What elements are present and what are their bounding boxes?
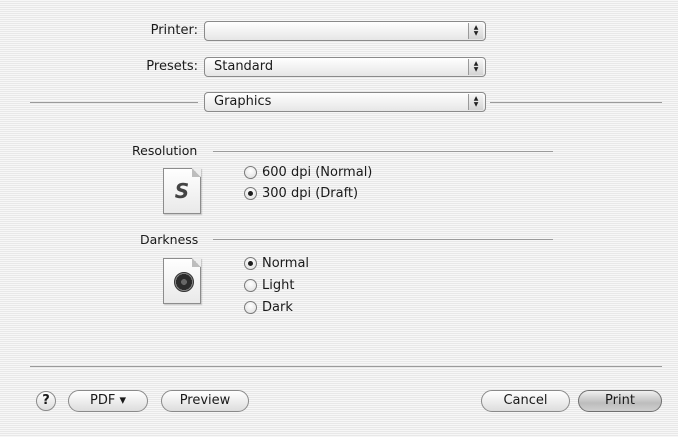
darkness-option-label: Light [262,278,295,293]
radio-button-selected[interactable] [244,257,257,270]
resolution-divider [213,151,553,152]
s-glyph-icon: S [174,179,190,203]
popup-arrows-icon: ▲ ▼ [468,59,483,75]
preview-button[interactable]: Preview [161,390,249,412]
darkness-option-label: Normal [262,256,310,271]
resolution-document-icon: S [163,168,201,214]
bottom-divider [30,366,662,367]
resolution-option-600[interactable]: 600 dpi (Normal) [244,165,372,180]
darkness-option-normal[interactable]: Normal [244,256,309,271]
darkness-divider [213,239,553,240]
presets-popup[interactable]: Standard ▲ ▼ [204,57,486,77]
divider-right [490,102,662,103]
presets-value: Standard [214,59,274,74]
popup-arrows-icon: ▲ ▼ [468,94,483,110]
popup-arrows-icon: ▲ ▼ [468,23,483,39]
resolution-option-label: 600 dpi (Normal) [262,165,373,180]
help-button[interactable]: ? [36,391,56,411]
presets-label: Presets: [146,59,198,74]
printer-label: Printer: [150,23,198,38]
darkness-document-icon [163,258,201,304]
resolution-label: Resolution [132,143,198,158]
panel-value: Graphics [214,94,272,109]
darkness-option-light[interactable]: Light [244,278,294,293]
radio-button[interactable] [244,279,257,292]
resolution-option-300[interactable]: 300 dpi (Draft) [244,186,358,201]
darkness-label: Darkness [140,232,199,247]
darkness-option-label: Dark [262,300,293,315]
darkness-option-dark[interactable]: Dark [244,300,293,315]
divider-left [30,102,198,103]
radio-button[interactable] [244,166,257,179]
resolution-option-label: 300 dpi (Draft) [262,186,359,201]
radio-button[interactable] [244,301,257,314]
print-dialog: { "printer": { "label": "Printer:", "val… [0,0,678,437]
pdf-menu-button[interactable]: PDF ▾ [68,390,148,412]
printer-popup[interactable]: ▲ ▼ [204,21,486,41]
panel-popup[interactable]: Graphics ▲ ▼ [204,92,486,112]
print-button[interactable]: Print [578,390,662,412]
radio-button-selected[interactable] [244,187,257,200]
cancel-button[interactable]: Cancel [481,390,570,412]
darkness-dial-icon [174,272,194,292]
